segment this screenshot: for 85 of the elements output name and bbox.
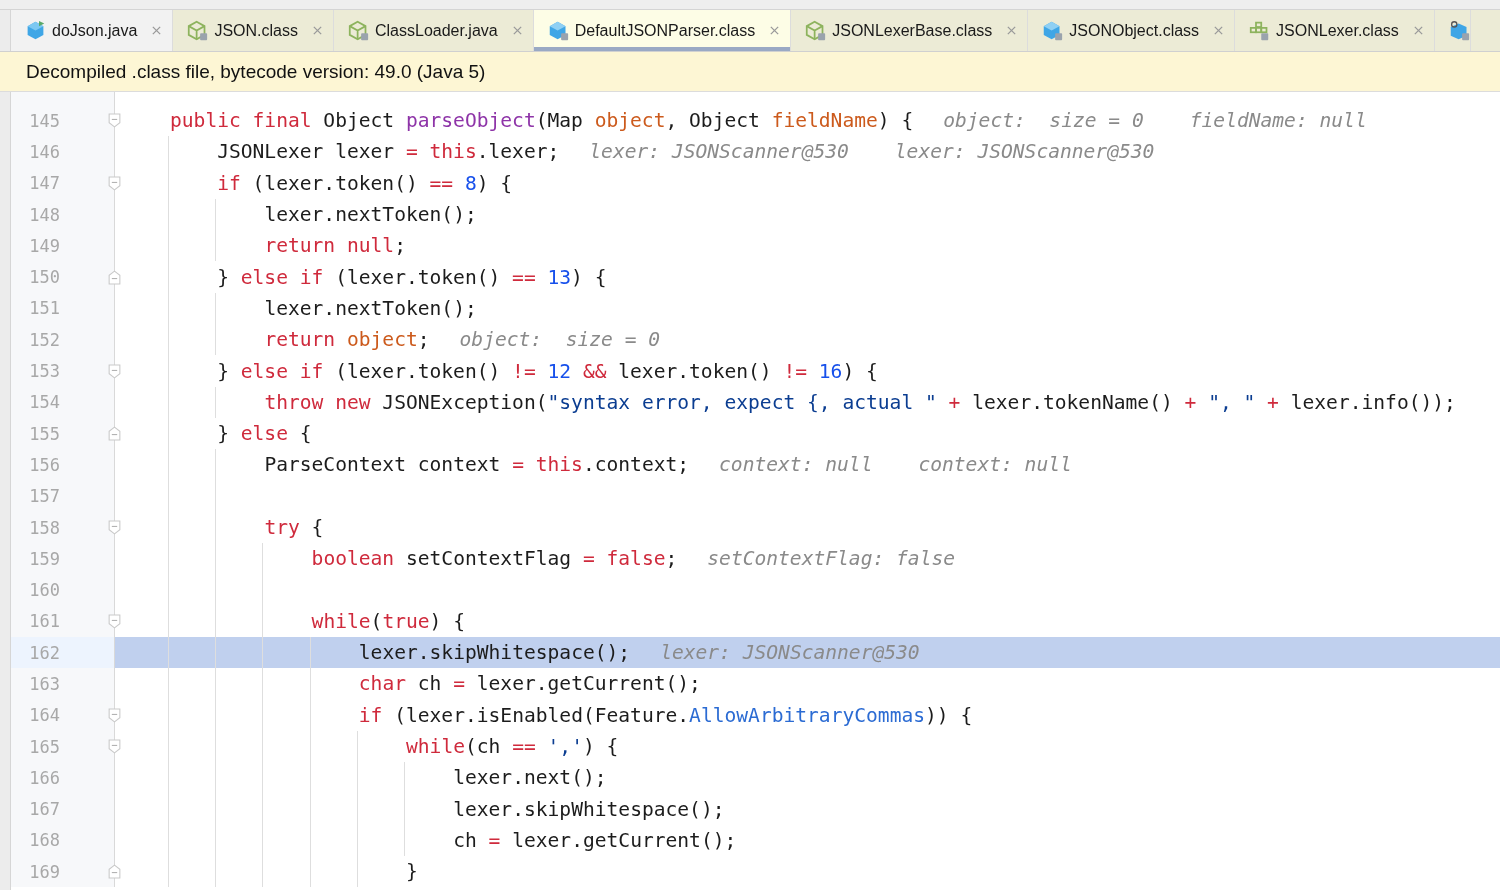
code-line: lexer.nextToken();: [264, 203, 477, 227]
line-number: 147: [28, 173, 60, 194]
code-line: while(ch == ',') {: [406, 735, 619, 759]
line-number: 158: [28, 517, 60, 538]
code-line: try {: [264, 516, 324, 539]
line-number: 166: [28, 767, 60, 788]
close-icon[interactable]: [151, 25, 163, 36]
fold-icon[interactable]: [108, 520, 121, 535]
close-icon[interactable]: [511, 25, 523, 36]
line-number: 169: [28, 861, 60, 882]
code-line: lexer.nextToken();: [264, 296, 477, 320]
code-line: } else if (lexer.token() != 12 && lexer.token() != 16) {: [217, 359, 878, 383]
close-icon[interactable]: [769, 25, 781, 36]
debug-value-hint: lexer: JSONScanner@530: [660, 641, 920, 665]
close-icon[interactable]: [311, 25, 323, 36]
fold-icon[interactable]: [108, 613, 121, 629]
line-number: 155: [28, 423, 60, 444]
line-number: 149: [28, 235, 60, 256]
debug-value-hint: fieldName: null: [1189, 109, 1367, 133]
debug-value-hint: context: null: [918, 453, 1072, 477]
editor-tab[interactable]: doJson.java: [11, 10, 174, 51]
code-line: if (lexer.isEnabled(Feature.AllowArbitraryCommas)) {: [358, 703, 973, 727]
code-line: return object;: [264, 328, 430, 352]
line-number: 146: [28, 141, 60, 162]
line-number: 156: [28, 454, 60, 475]
code-line: char ch = lexer.getCurrent();: [358, 672, 701, 696]
code-line: }: [406, 860, 418, 884]
notification-banner: Decompiled .class file, bytecode version: 49.0 (Java 5): [0, 52, 1500, 92]
fold-icon[interactable]: [108, 363, 121, 379]
debug-value-hint: lexer: JSONScanner@530: [894, 140, 1155, 164]
code-line: ParseContext context = this.context;: [264, 453, 690, 477]
line-number: 153: [28, 361, 60, 381]
line-number: 157: [28, 486, 60, 507]
line-number: 154: [28, 392, 60, 413]
fold-icon[interactable]: [108, 739, 121, 755]
locked-cube-icon: [1448, 20, 1470, 41]
code-line: while(true) {: [311, 609, 465, 633]
line-number: 168: [28, 830, 60, 851]
fold-icon[interactable]: [108, 426, 121, 442]
debug-value-hint: context: null: [719, 453, 873, 477]
code-line: boolean setContextFlag = false;: [311, 547, 678, 571]
line-number: 148: [28, 204, 60, 225]
line-number: 152: [28, 329, 60, 350]
debug-value-hint: object: size = 0: [459, 328, 661, 352]
line-number: 165: [28, 736, 60, 757]
fold-icon[interactable]: [108, 269, 121, 285]
code-line: JSONLexer lexer = this.lexer;: [217, 140, 560, 164]
close-icon[interactable]: [1213, 25, 1225, 36]
code-line: public final Object parseObject(Map object, Object fieldName) {: [170, 109, 914, 133]
line-number: 164: [28, 705, 60, 726]
fold-icon[interactable]: [108, 175, 121, 191]
line-number: 150: [28, 267, 60, 288]
line-number: 160: [28, 580, 60, 601]
debug-value-hint: lexer: JSONScanner@530: [589, 140, 849, 164]
locked-cube-icon: [1042, 20, 1064, 41]
close-icon[interactable]: [1006, 25, 1018, 36]
locked-cube-icon: [187, 20, 209, 41]
code-line: lexer.skipWhitespace();: [453, 797, 725, 821]
code-line: return null;: [264, 234, 406, 258]
locked-grid-icon: [1249, 20, 1271, 41]
code-line: } else if (lexer.token() == 13) {: [217, 265, 607, 289]
line-number: 167: [28, 799, 60, 820]
code-line: ch = lexer.getCurrent();: [453, 828, 737, 852]
code-line: if (lexer.token() == 8) {: [217, 171, 513, 195]
line-number: 159: [28, 548, 60, 569]
line-number: 162: [28, 642, 60, 663]
debug-value-hint: setContextFlag: false: [707, 547, 956, 571]
line-number: 161: [28, 611, 60, 632]
close-icon[interactable]: [1412, 25, 1424, 36]
line-number: 163: [28, 674, 60, 694]
editor-tab[interactable]: DefaultJSONParser.class: [533, 10, 792, 51]
fold-icon[interactable]: [108, 707, 121, 723]
code-line: lexer.next();: [453, 766, 607, 790]
fold-icon[interactable]: [108, 113, 121, 129]
debug-value-hint: object: size = 0: [943, 109, 1144, 133]
locked-cube-icon: [805, 20, 827, 41]
code-line: lexer.skipWhitespace();: [358, 641, 631, 665]
line-number: 145: [28, 110, 60, 131]
locked-cube-icon: [347, 20, 369, 41]
locked-cube-icon: [547, 20, 569, 41]
line-number: 151: [28, 298, 60, 319]
code-line: } else {: [217, 422, 312, 446]
fold-icon[interactable]: [108, 864, 121, 880]
code-line: throw new JSONException("syntax error, expect {, actual " + lexer.tokenName() + ", " + lexer.info());: [264, 390, 1456, 414]
cube-icon: [25, 20, 46, 41]
